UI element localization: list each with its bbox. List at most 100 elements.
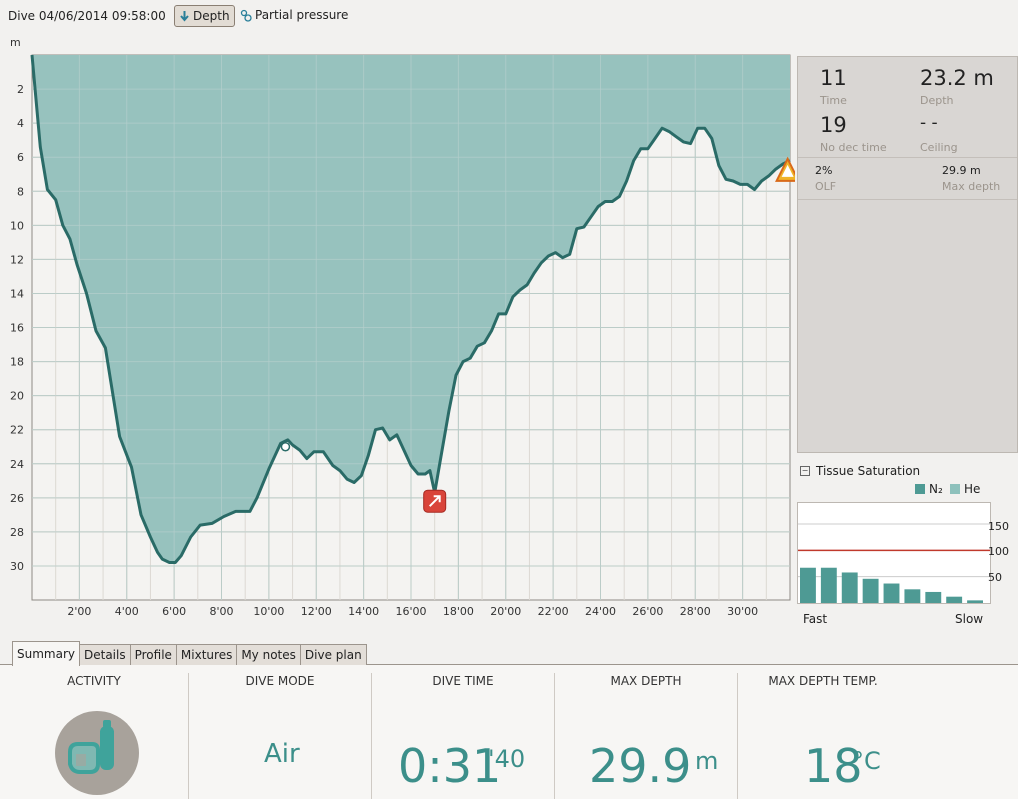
- he-swatch: [950, 484, 960, 494]
- y-tick-label: 28: [10, 526, 24, 539]
- top-bar: Dive 04/06/2014 09:58:00 Depth Partial p…: [0, 0, 1018, 34]
- x-tick-label: 28'00: [680, 605, 711, 618]
- x-tick-label: 18'00: [443, 605, 474, 618]
- x-tick-label: 6'00: [162, 605, 186, 618]
- tab-details[interactable]: Details: [79, 644, 131, 666]
- tab-dive-plan[interactable]: Dive plan: [299, 644, 367, 666]
- y-tick-label: 6: [17, 151, 24, 164]
- tissue-bar: [862, 578, 879, 603]
- dive-info-panel: 11 Time 23.2 m Depth 19 No dec time - - …: [797, 56, 1018, 453]
- gas-change-marker[interactable]: [280, 441, 291, 452]
- dive-time-header: DIVE TIME: [432, 674, 494, 688]
- divider: [798, 199, 1017, 200]
- arrow-down-icon: [180, 11, 189, 22]
- collapse-icon[interactable]: −: [800, 466, 810, 476]
- tissue-tick: 150: [988, 520, 1009, 533]
- bubbles-icon: [240, 9, 252, 22]
- y-tick-label: 10: [10, 219, 24, 232]
- time-value: 11: [820, 66, 847, 90]
- dive-time-seconds: '40: [488, 745, 526, 773]
- tissue-bar: [883, 583, 900, 603]
- dive-time-column: DIVE TIME 0:31 '40: [372, 665, 554, 799]
- activity-header: ACTIVITY: [67, 674, 121, 688]
- max-depth-header: MAX DEPTH: [610, 674, 682, 688]
- tissue-tick: 100: [988, 545, 1009, 558]
- depth-button-label: Depth: [193, 9, 230, 23]
- tab-profile[interactable]: Profile: [129, 644, 177, 666]
- x-tick-label: 2'00: [67, 605, 91, 618]
- he-label: He: [964, 482, 981, 496]
- fast-label: Fast: [803, 612, 828, 626]
- legend-he: He: [950, 482, 980, 496]
- ascent-warning-icon[interactable]: [423, 489, 447, 513]
- y-tick-label: 2: [17, 83, 24, 96]
- n2-swatch: [915, 484, 925, 494]
- x-tick-label: 16'00: [395, 605, 426, 618]
- tab-bar: Summary Details Profile Mixtures My note…: [12, 641, 367, 666]
- y-tick-label: 16: [10, 322, 24, 335]
- tissue-bar: [967, 600, 983, 603]
- y-tick-label: 20: [10, 390, 24, 403]
- x-tick-label: 20'00: [490, 605, 521, 618]
- max-depth-column: MAX DEPTH 29.9 m: [555, 665, 737, 799]
- max-depth-temp-column: MAX DEPTH TEMP. 18 °C: [738, 665, 938, 799]
- ceiling-label: Ceiling: [920, 141, 958, 154]
- y-tick-label: 30: [10, 560, 24, 573]
- dive-mode-column: DIVE MODE Air: [189, 665, 371, 799]
- no-dec-time-value: 19: [820, 113, 847, 137]
- x-tick-label: 8'00: [209, 605, 233, 618]
- olf-label: OLF: [815, 180, 837, 193]
- dive-mode-value: Air: [264, 739, 300, 769]
- depth-label: Depth: [920, 94, 954, 107]
- no-dec-time-label: No dec time: [820, 141, 887, 154]
- y-tick-label: 4: [17, 117, 24, 130]
- partial-pressure-button[interactable]: Partial pressure: [236, 5, 352, 25]
- x-tick-label: 14'00: [348, 605, 379, 618]
- max-depth-unit: m: [695, 747, 719, 775]
- tissue-bar: [925, 591, 942, 603]
- partial-pressure-label: Partial pressure: [255, 8, 349, 22]
- y-tick-label: 22: [10, 424, 24, 437]
- x-tick-label: 24'00: [585, 605, 616, 618]
- tissue-bar: [841, 572, 858, 603]
- tissue-saturation-header[interactable]: − Tissue Saturation: [800, 464, 920, 478]
- tissue-bar: [946, 596, 963, 603]
- max-depth-value: 29.9 m: [942, 164, 981, 177]
- tissue-saturation-chart: [797, 502, 991, 604]
- tab-my-notes[interactable]: My notes: [236, 644, 301, 666]
- legend-n2: N₂: [915, 482, 943, 496]
- max-depth-summary-value: 29.9: [589, 739, 692, 793]
- scuba-activity-icon: [55, 711, 139, 795]
- max-temp-unit: °C: [852, 747, 881, 775]
- divider: [798, 157, 1017, 158]
- dive-time-value: 0:31: [398, 739, 502, 793]
- tissue-bar: [800, 567, 816, 603]
- x-tick-label: 22'00: [538, 605, 569, 618]
- tissue-bar: [904, 589, 921, 603]
- x-tick-label: 10'00: [253, 605, 284, 618]
- y-tick-label: 14: [10, 287, 24, 300]
- y-tick-label: 18: [10, 356, 24, 369]
- tab-summary[interactable]: Summary: [12, 641, 80, 666]
- tab-mixtures[interactable]: Mixtures: [175, 644, 238, 666]
- dive-profile-chart[interactable]: 2'00 4'00 6'00 8'00 10'00 12'00 14'00 16'00 18'0…: [0, 40, 795, 620]
- depth-value: 23.2 m: [920, 66, 994, 90]
- max-depth-label: Max depth: [942, 180, 1001, 193]
- activity-column: ACTIVITY: [0, 665, 188, 799]
- depth-button[interactable]: Depth: [174, 5, 235, 27]
- tissue-bar: [820, 567, 837, 603]
- dive-title: Dive 04/06/2014 09:58:00: [8, 9, 166, 23]
- y-tick-label: 8: [17, 185, 24, 198]
- x-tick-label: 30'00: [727, 605, 758, 618]
- x-tick-label: 4'00: [115, 605, 139, 618]
- y-tick-label: 12: [10, 253, 24, 266]
- y-tick-label: 24: [10, 458, 24, 471]
- ceiling-value: - -: [920, 113, 938, 133]
- max-depth-temp-header: MAX DEPTH TEMP.: [768, 674, 878, 688]
- summary-panel: ACTIVITY DIVE MODE Air DIVE TIME 0:31 '4…: [0, 665, 1018, 799]
- time-label: Time: [820, 94, 847, 107]
- tissue-tick: 50: [988, 571, 1002, 584]
- tissue-saturation-title: Tissue Saturation: [816, 464, 921, 478]
- n2-label: N₂: [929, 482, 943, 496]
- x-tick-label: 26'00: [632, 605, 663, 618]
